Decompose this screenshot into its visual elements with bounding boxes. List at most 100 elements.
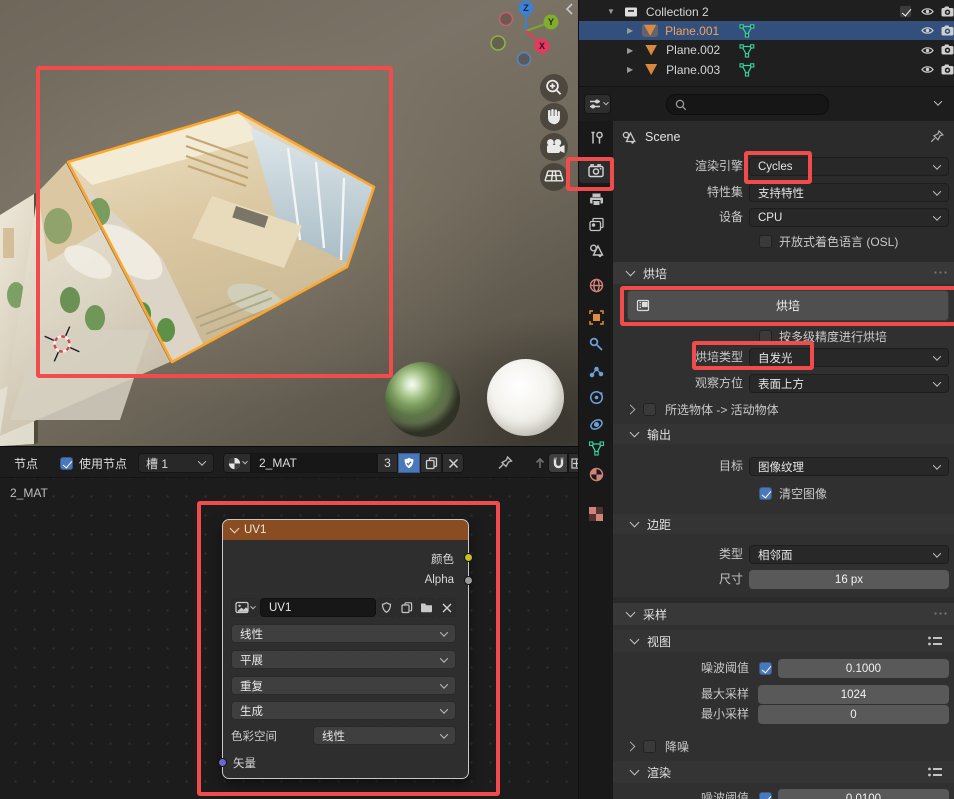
material-users-count[interactable]: 3	[377, 453, 398, 473]
slot-dropdown[interactable]: 槽 1	[138, 453, 214, 473]
preset-icon[interactable]	[927, 766, 943, 779]
disclosure-open-icon[interactable]: ▼	[607, 7, 615, 16]
camera-restrict-icon[interactable]	[941, 25, 954, 37]
eye-icon[interactable]	[921, 64, 934, 75]
margin-size-slider[interactable]: 16 px	[749, 570, 949, 589]
margin-type-dropdown[interactable]: 相邻面	[749, 545, 949, 564]
output-subpanel-header[interactable]: 输出	[613, 424, 954, 444]
vector-input-socket[interactable]	[218, 758, 227, 767]
selected-to-active-row[interactable]: 所选物体 -> 活动物体	[629, 400, 779, 419]
object-name[interactable]: Plane.001	[665, 24, 719, 38]
camera-view-button[interactable]	[540, 133, 568, 161]
tab-view-layer[interactable]	[579, 211, 613, 237]
pan-button[interactable]	[540, 103, 568, 131]
tab-tool[interactable]	[579, 125, 613, 151]
panel-grip[interactable]	[933, 270, 947, 276]
outliner-row-collection[interactable]: ▼ Collection 2	[579, 2, 954, 21]
noise-threshold-slider[interactable]: 0.1000	[778, 659, 949, 678]
snap-toggle-button[interactable]	[548, 453, 568, 473]
image-duplicate-button[interactable]	[397, 598, 416, 617]
bake-button[interactable]: 烘培	[627, 290, 949, 321]
search-input[interactable]	[666, 94, 829, 115]
material-browse-button[interactable]	[223, 453, 251, 473]
denoise-row[interactable]: 降噪	[629, 737, 689, 756]
preset-icon[interactable]	[927, 635, 943, 648]
projection-dropdown[interactable]: 平展	[231, 650, 456, 669]
collection-checkbox[interactable]	[899, 5, 912, 18]
view-from-dropdown[interactable]: 表面上方	[749, 374, 949, 393]
camera-restrict-icon[interactable]	[941, 64, 954, 76]
tab-modifiers[interactable]	[579, 331, 613, 357]
zoom-button[interactable]	[540, 74, 568, 102]
pin-icon[interactable]	[929, 129, 945, 145]
selected-to-active-checkbox[interactable]	[643, 403, 656, 416]
node-menu[interactable]: 节点	[14, 453, 38, 473]
outliner-row-plane003[interactable]: ▶ Plane.003	[579, 60, 954, 79]
tab-physics[interactable]	[579, 384, 613, 410]
use-nodes-toggle[interactable]: 使用节点	[60, 453, 127, 473]
outliner-row-plane002[interactable]: ▶ Plane.002	[579, 41, 954, 60]
tab-constraints[interactable]	[579, 411, 613, 437]
viewport-subpanel-header[interactable]: 视图	[613, 630, 954, 652]
target-dropdown[interactable]: 图像纹理	[749, 457, 949, 476]
image-fake-user-button[interactable]	[377, 598, 396, 617]
clear-image-checkbox[interactable]	[759, 487, 772, 500]
bake-panel-header[interactable]: 烘培	[613, 262, 954, 284]
eye-icon[interactable]	[921, 25, 934, 36]
panel-grip[interactable]	[933, 611, 947, 617]
eye-icon[interactable]	[921, 45, 934, 56]
image-open-button[interactable]	[417, 598, 436, 617]
object-name[interactable]: Plane.003	[666, 63, 720, 77]
denoise-checkbox[interactable]	[643, 740, 656, 753]
noise-threshold-checkbox[interactable]	[759, 662, 772, 675]
viewport-3d[interactable]: Z Y X	[0, 0, 578, 446]
bake-type-dropdown[interactable]: 自发光	[749, 348, 949, 367]
material-name-field[interactable]: 2_MAT	[251, 453, 377, 473]
unlink-material-button[interactable]	[442, 453, 464, 473]
disclosure-closed-icon[interactable]: ▶	[627, 46, 633, 55]
alpha-output-socket[interactable]	[464, 576, 473, 585]
render-noise-slider[interactable]: 0.0100	[778, 789, 949, 799]
node-editor-canvas[interactable]: 2_MAT UV1 颜色 Alpha UV1	[0, 478, 578, 799]
extension-dropdown[interactable]: 重复	[231, 676, 456, 695]
feature-set-dropdown[interactable]: 支持特性	[749, 183, 949, 202]
render-subpanel-header[interactable]: 渲染	[613, 761, 954, 783]
duplicate-material-button[interactable]	[420, 453, 442, 473]
object-name[interactable]: Plane.002	[666, 43, 720, 57]
render-noise-checkbox[interactable]	[759, 792, 772, 799]
image-name-field[interactable]: UV1	[260, 598, 376, 617]
image-unlink-button[interactable]	[437, 598, 456, 617]
device-dropdown[interactable]: CPU	[749, 208, 949, 227]
tab-particles[interactable]	[579, 358, 613, 384]
osl-checkbox[interactable]	[759, 235, 772, 248]
fake-user-button[interactable]	[398, 453, 420, 473]
tab-output[interactable]	[579, 186, 613, 212]
tab-object[interactable]	[579, 304, 613, 330]
engine-dropdown[interactable]: Cycles	[749, 157, 949, 176]
disclosure-closed-icon[interactable]: ▶	[627, 26, 633, 35]
pin-button[interactable]	[497, 453, 514, 473]
node-title-bar[interactable]: UV1	[223, 520, 468, 540]
sampling-panel-header[interactable]: 采样	[613, 603, 954, 625]
collection-name[interactable]: Collection 2	[646, 5, 709, 19]
source-dropdown[interactable]: 生成	[231, 701, 456, 720]
filter-dropdown[interactable]	[934, 97, 942, 105]
eye-icon[interactable]	[921, 6, 934, 17]
perspective-toggle-button[interactable]	[540, 163, 568, 191]
max-samples-slider[interactable]: 1024	[758, 685, 949, 704]
outliner-row-plane001[interactable]: ▶ Plane.001	[579, 21, 954, 40]
image-texture-node[interactable]: UV1 颜色 Alpha UV1	[223, 520, 468, 778]
color-output-socket[interactable]	[464, 553, 473, 562]
editor-type-dropdown[interactable]	[584, 94, 611, 114]
tab-texture[interactable]	[579, 501, 613, 527]
disclosure-closed-icon[interactable]: ▶	[627, 65, 633, 74]
image-browse-button[interactable]	[231, 598, 259, 617]
tab-render[interactable]	[579, 157, 613, 183]
colorspace-dropdown[interactable]: 线性	[313, 726, 456, 745]
tab-material[interactable]	[579, 461, 613, 487]
camera-restrict-icon[interactable]	[941, 44, 954, 56]
tab-world[interactable]	[579, 272, 613, 298]
camera-restrict-icon[interactable]	[941, 6, 954, 18]
tab-scene[interactable]	[579, 237, 613, 263]
multires-checkbox[interactable]	[759, 330, 772, 343]
